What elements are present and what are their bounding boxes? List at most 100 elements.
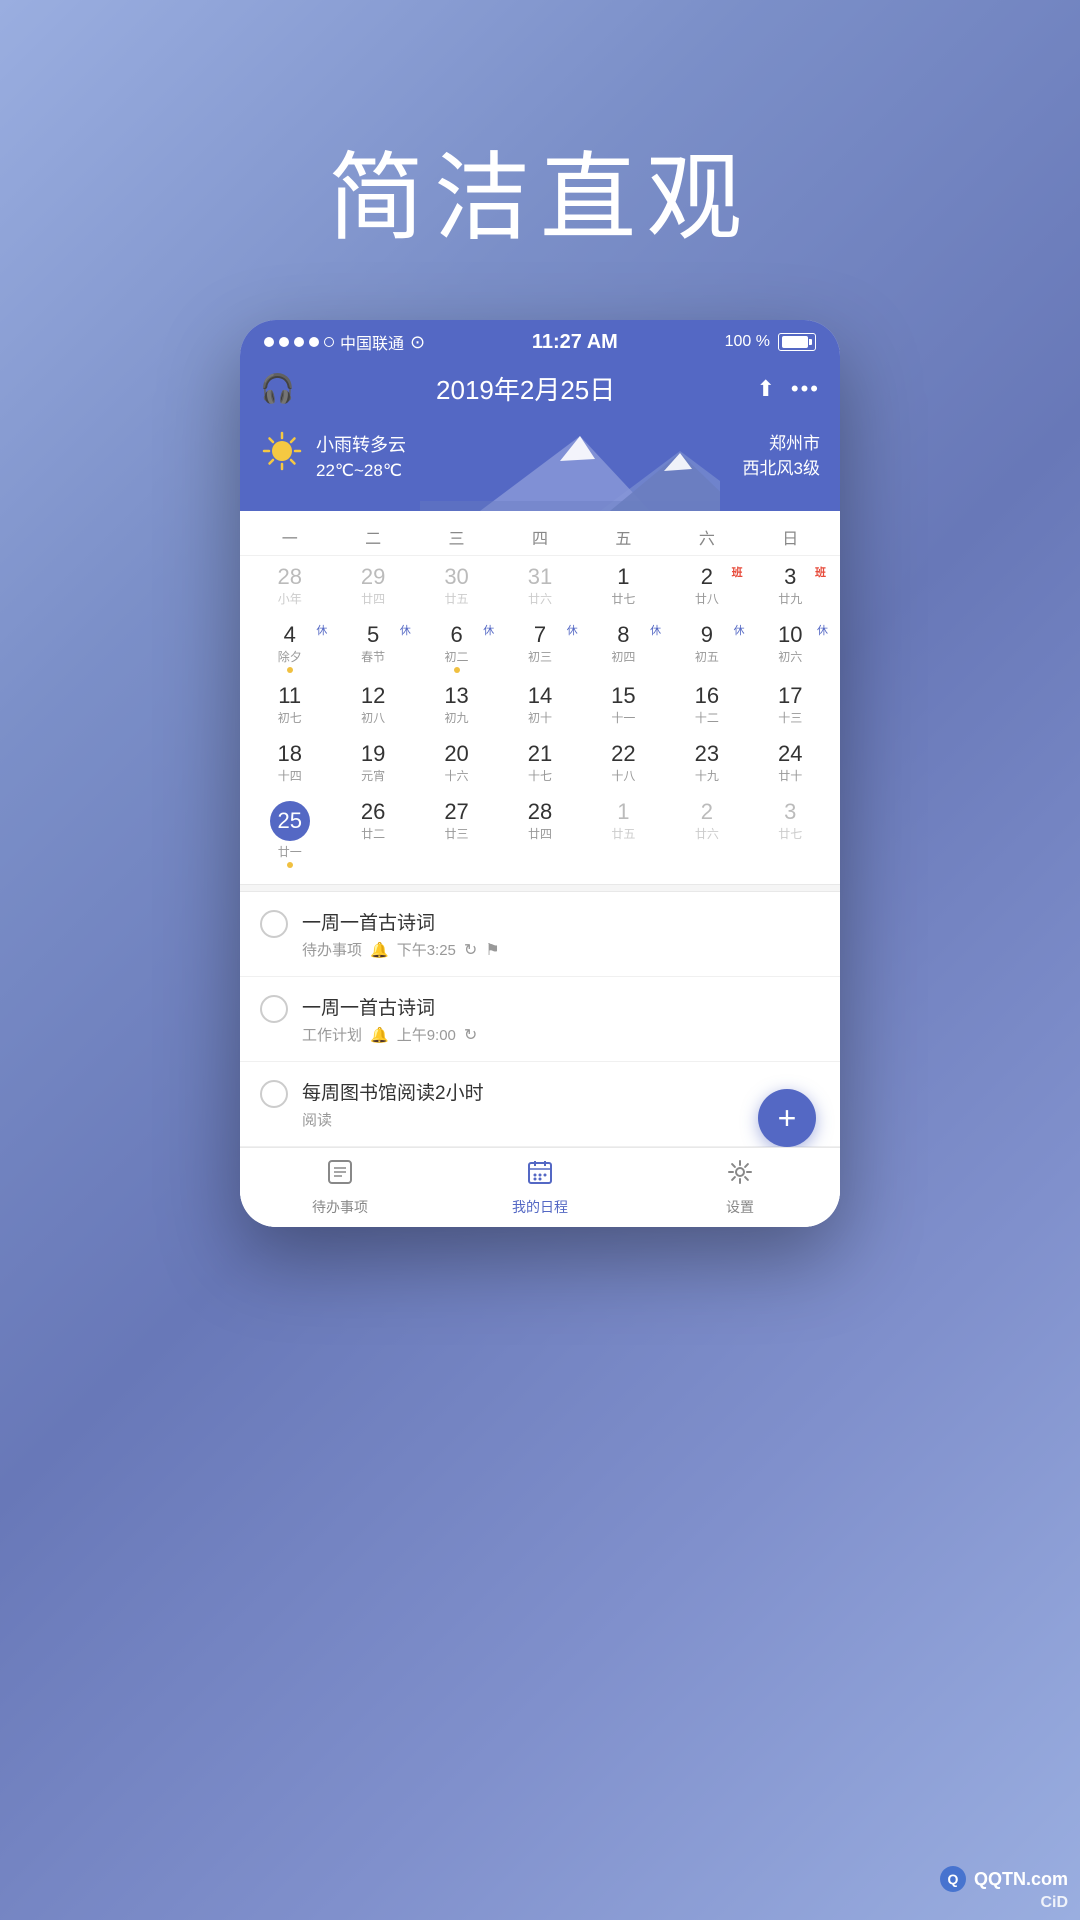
- cal-cell-2-1[interactable]: 12初八: [331, 679, 414, 735]
- cal-cell-1-2[interactable]: 休6初二: [415, 618, 498, 677]
- cal-day: 27: [444, 801, 468, 823]
- cal-cell-1-3[interactable]: 休7初三: [498, 618, 581, 677]
- task-item-3: 每周图书馆阅读2小时 阅读: [240, 1062, 840, 1147]
- calendar-section: 一 二 三 四 五 六 日 28小年29廿四30廿五31廿六1廿七班2廿八班3廿…: [240, 511, 840, 884]
- cal-sub: 廿一: [278, 843, 302, 860]
- cal-cell-1-0[interactable]: 休4除夕: [248, 618, 331, 677]
- cal-cell-0-0[interactable]: 28小年: [248, 560, 331, 616]
- cal-cell-3-2[interactable]: 20十六: [415, 737, 498, 793]
- add-button[interactable]: +: [758, 1089, 816, 1147]
- cal-day: 11: [278, 685, 301, 707]
- cal-day: 1: [617, 566, 629, 588]
- cal-sub: 十九: [695, 767, 719, 784]
- cal-dot: [287, 667, 293, 673]
- weather-bar: 小雨转多云 22℃~28℃ 郑州市 西北风3级: [240, 421, 840, 511]
- work-badge: 班: [815, 564, 826, 580]
- cal-sub: 廿六: [695, 825, 719, 842]
- wifi-icon: ⊙: [410, 332, 425, 353]
- cal-cell-2-2[interactable]: 13初九: [415, 679, 498, 735]
- cal-dot: [454, 667, 460, 673]
- cal-cell-2-5[interactable]: 16十二: [665, 679, 748, 735]
- cal-sub: 廿三: [445, 825, 469, 842]
- bell-icon-1: 🔔: [370, 941, 389, 959]
- day-header-fri: 五: [582, 525, 665, 549]
- share-icon[interactable]: ⬆: [756, 376, 774, 402]
- cal-cell-0-5[interactable]: 班2廿八: [665, 560, 748, 616]
- cal-day: 22: [611, 743, 635, 765]
- cal-cell-4-3[interactable]: 28廿四: [498, 795, 581, 872]
- cal-cell-3-4[interactable]: 22十八: [582, 737, 665, 793]
- cal-sub: 廿八: [695, 590, 719, 607]
- cal-cell-3-6[interactable]: 24廿十: [749, 737, 832, 793]
- task-time-1: 下午3:25: [397, 939, 456, 960]
- task-meta-1: 待办事项 🔔 下午3:25 ↻ ⚑: [302, 939, 500, 960]
- nav-item-settings[interactable]: 设置: [640, 1150, 840, 1225]
- cal-cell-2-4[interactable]: 15十一: [582, 679, 665, 735]
- status-left: 中国联通 ⊙: [264, 330, 425, 354]
- todo-icon: [326, 1158, 354, 1193]
- holiday-badge: 休: [400, 622, 411, 638]
- header-date: 2019年2月25日: [436, 370, 615, 407]
- nav-item-todo[interactable]: 待办事项: [240, 1150, 440, 1225]
- status-time: 11:27 AM: [532, 331, 618, 354]
- calendar-row-4: 25廿一 26 廿二 27 廿三 28廿四1廿五2廿六3廿七: [248, 795, 832, 872]
- cal-cell-4-2[interactable]: 27 廿三: [415, 795, 498, 872]
- cal-cell-0-6[interactable]: 班3廿九: [749, 560, 832, 616]
- cal-cell-2-6[interactable]: 17十三: [749, 679, 832, 735]
- day-header-tue: 二: [331, 525, 414, 549]
- cal-cell-3-3[interactable]: 21十七: [498, 737, 581, 793]
- battery-percent: 100 %: [725, 333, 770, 351]
- task-content-2: 一周一首古诗词 工作计划 🔔 上午9:00 ↻: [302, 993, 477, 1045]
- cal-cell-0-2[interactable]: 30廿五: [415, 560, 498, 616]
- status-right: 100 %: [725, 333, 816, 351]
- cal-day: 28: [528, 801, 552, 823]
- cal-day: 3: [784, 801, 796, 823]
- dot2: [279, 337, 289, 347]
- task-checkbox-3[interactable]: [260, 1080, 288, 1108]
- cal-cell-1-5[interactable]: 休9初五: [665, 618, 748, 677]
- header-actions: ⬆ •••: [756, 376, 820, 402]
- cal-day: 10: [778, 624, 802, 646]
- cal-sub: 十六: [445, 767, 469, 784]
- cal-cell-4-6[interactable]: 3廿七: [749, 795, 832, 872]
- cal-cell-0-4[interactable]: 1廿七: [582, 560, 665, 616]
- cal-cell-1-1[interactable]: 休5春节: [331, 618, 414, 677]
- day-headers: 一 二 三 四 五 六 日: [240, 511, 840, 556]
- bell-icon-2: 🔔: [370, 1026, 389, 1044]
- watermark-site: QQTN.com: [974, 1869, 1068, 1890]
- cal-cell-3-5[interactable]: 23十九: [665, 737, 748, 793]
- dot4: [309, 337, 319, 347]
- nav-label-todo: 待办事项: [312, 1197, 368, 1217]
- cal-cell-3-1[interactable]: 19元宵: [331, 737, 414, 793]
- cal-cell-3-0[interactable]: 18十四: [248, 737, 331, 793]
- calendar-row-0: 28小年29廿四30廿五31廿六1廿七班2廿八班3廿九: [248, 560, 832, 616]
- calendar-row-1: 休4除夕休5春节休6初二休7初三休8初四休9初五休10初六: [248, 618, 832, 677]
- cal-sub: 廿二: [361, 825, 385, 842]
- cal-day: 26: [361, 801, 385, 823]
- task-content-3: 每周图书馆阅读2小时 阅读: [302, 1078, 484, 1130]
- cal-day: 15: [611, 685, 635, 707]
- settings-icon: [726, 1158, 754, 1193]
- task-list: 一周一首古诗词 待办事项 🔔 下午3:25 ↻ ⚑ 一周一首古诗词 工作计划 🔔…: [240, 892, 840, 1227]
- cal-cell-1-4[interactable]: 休8初四: [582, 618, 665, 677]
- cal-day: 29: [361, 566, 385, 588]
- more-icon[interactable]: •••: [791, 376, 820, 402]
- cal-cell-1-6[interactable]: 休10初六: [749, 618, 832, 677]
- cal-cell-2-3[interactable]: 14初十: [498, 679, 581, 735]
- nav-item-schedule[interactable]: 我的日程: [440, 1150, 640, 1225]
- cal-cell-2-0[interactable]: 11初七: [248, 679, 331, 735]
- cal-day: 14: [528, 685, 552, 707]
- task-checkbox-2[interactable]: [260, 995, 288, 1023]
- cal-cell-0-1[interactable]: 29廿四: [331, 560, 414, 616]
- cal-cell-4-4[interactable]: 1廿五: [582, 795, 665, 872]
- day-header-sun: 日: [749, 525, 832, 549]
- cal-cell-4-5[interactable]: 2廿六: [665, 795, 748, 872]
- cal-cell-0-3[interactable]: 31廿六: [498, 560, 581, 616]
- cal-cell-4-0[interactable]: 25廿一: [248, 795, 331, 872]
- headset-icon[interactable]: 🎧: [260, 372, 295, 405]
- cal-sub: 廿六: [528, 590, 552, 607]
- task-checkbox-1[interactable]: [260, 910, 288, 938]
- repeat-icon-2: ↻: [464, 1025, 477, 1045]
- holiday-badge: 休: [734, 622, 745, 638]
- cal-cell-4-1[interactable]: 26 廿二: [331, 795, 414, 872]
